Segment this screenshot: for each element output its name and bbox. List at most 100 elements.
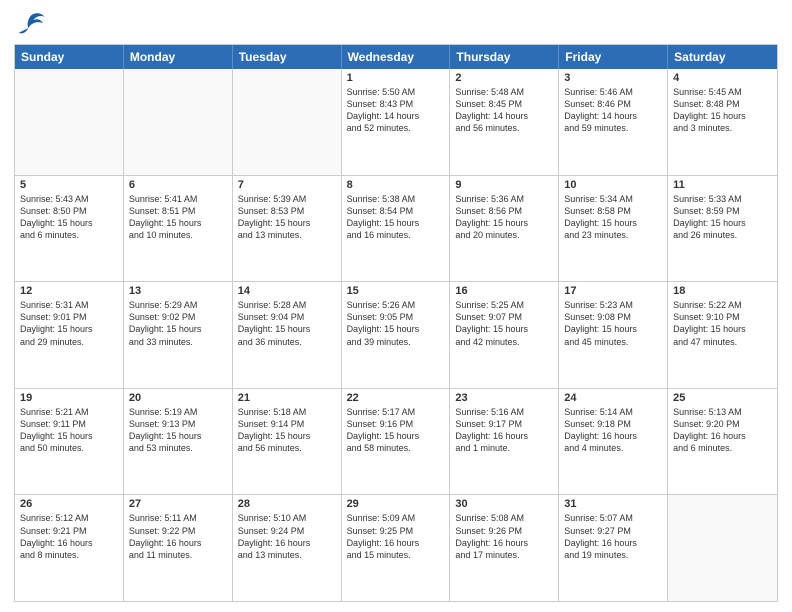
- calendar-cell: 28 Sunrise: 5:10 AMSunset: 9:24 PMDayligh…: [233, 495, 342, 601]
- calendar-cell: 1 Sunrise: 5:50 AMSunset: 8:43 PMDaylight…: [342, 69, 451, 175]
- calendar-cell: 11Sunrise: 5:33 AMSunset: 8:59 PMDayligh…: [668, 176, 777, 282]
- cell-info: Sunrise: 5:50 AMSunset: 8:43 PMDaylight:…: [347, 86, 445, 135]
- calendar-cell: 12 Sunrise: 5:31 AMSunset: 9:01 PMDayligh…: [15, 282, 124, 388]
- day-number: 25: [673, 392, 772, 404]
- day-number: 15: [347, 285, 445, 297]
- cell-info: Sunrise: 5:07 AMSunset: 9:27 PMDaylight:…: [564, 512, 662, 561]
- cell-info: Sunrise: 5:38 AMSunset: 8:54 PMDaylight:…: [347, 193, 445, 242]
- day-number: 12: [20, 285, 118, 297]
- weekday-header-saturday: Saturday: [668, 45, 777, 69]
- calendar-cell: 24 Sunrise: 5:14 AMSunset: 9:18 PMDayligh…: [559, 389, 668, 495]
- day-number: 5: [20, 179, 118, 191]
- day-number: 27: [129, 498, 227, 510]
- day-number: 7: [238, 179, 336, 191]
- cell-info: Sunrise: 5:26 AMSunset: 9:05 PMDaylight:…: [347, 299, 445, 348]
- day-number: 23: [455, 392, 553, 404]
- weekday-header-friday: Friday: [559, 45, 668, 69]
- day-number: 21: [238, 392, 336, 404]
- calendar-cell: 7 Sunrise: 5:39 AMSunset: 8:53 PMDaylight…: [233, 176, 342, 282]
- day-number: 24: [564, 392, 662, 404]
- calendar-cell: 5 Sunrise: 5:43 AMSunset: 8:50 PMDaylight…: [15, 176, 124, 282]
- day-number: 19: [20, 392, 118, 404]
- calendar-grid: SundayMondayTuesdayWednesdayThursdayFrid…: [14, 44, 778, 602]
- calendar-cell: 22 Sunrise: 5:17 AMSunset: 9:16 PMDayligh…: [342, 389, 451, 495]
- cell-info: Sunrise: 5:33 AMSunset: 8:59 PMDaylight:…: [673, 193, 772, 242]
- calendar-cell: [668, 495, 777, 601]
- cell-info: Sunrise: 5:19 AMSunset: 9:13 PMDaylight:…: [129, 406, 227, 455]
- cell-info: Sunrise: 5:28 AMSunset: 9:04 PMDaylight:…: [238, 299, 336, 348]
- calendar-page: SundayMondayTuesdayWednesdayThursdayFrid…: [0, 0, 792, 612]
- calendar-cell: 14 Sunrise: 5:28 AMSunset: 9:04 PMDayligh…: [233, 282, 342, 388]
- cell-info: Sunrise: 5:31 AMSunset: 9:01 PMDaylight:…: [20, 299, 118, 348]
- calendar-cell: [233, 69, 342, 175]
- cell-info: Sunrise: 5:45 AMSunset: 8:48 PMDaylight:…: [673, 86, 772, 135]
- cell-info: Sunrise: 5:23 AMSunset: 9:08 PMDaylight:…: [564, 299, 662, 348]
- calendar-cell: 23 Sunrise: 5:16 AMSunset: 9:17 PMDayligh…: [450, 389, 559, 495]
- cell-info: Sunrise: 5:18 AMSunset: 9:14 PMDaylight:…: [238, 406, 336, 455]
- weekday-header-thursday: Thursday: [450, 45, 559, 69]
- page-header: [14, 10, 778, 38]
- day-number: 18: [673, 285, 772, 297]
- day-number: 31: [564, 498, 662, 510]
- calendar-cell: 19 Sunrise: 5:21 AMSunset: 9:11 PMDayligh…: [15, 389, 124, 495]
- weekday-header-monday: Monday: [124, 45, 233, 69]
- calendar-cell: 3 Sunrise: 5:46 AMSunset: 8:46 PMDaylight…: [559, 69, 668, 175]
- day-number: 26: [20, 498, 118, 510]
- calendar-cell: 4Sunrise: 5:45 AMSunset: 8:48 PMDaylight…: [668, 69, 777, 175]
- day-number: 20: [129, 392, 227, 404]
- day-number: 3: [564, 72, 662, 84]
- calendar-cell: 30 Sunrise: 5:08 AMSunset: 9:26 PMDayligh…: [450, 495, 559, 601]
- cell-info: Sunrise: 5:41 AMSunset: 8:51 PMDaylight:…: [129, 193, 227, 242]
- calendar-cell: 21 Sunrise: 5:18 AMSunset: 9:14 PMDayligh…: [233, 389, 342, 495]
- day-number: 1: [347, 72, 445, 84]
- calendar-week-4: 19 Sunrise: 5:21 AMSunset: 9:11 PMDayligh…: [15, 388, 777, 495]
- cell-info: Sunrise: 5:46 AMSunset: 8:46 PMDaylight:…: [564, 86, 662, 135]
- cell-info: Sunrise: 5:43 AMSunset: 8:50 PMDaylight:…: [20, 193, 118, 242]
- calendar-cell: 20 Sunrise: 5:19 AMSunset: 9:13 PMDayligh…: [124, 389, 233, 495]
- day-number: 8: [347, 179, 445, 191]
- cell-info: Sunrise: 5:17 AMSunset: 9:16 PMDaylight:…: [347, 406, 445, 455]
- day-number: 30: [455, 498, 553, 510]
- day-number: 9: [455, 179, 553, 191]
- calendar-cell: 17 Sunrise: 5:23 AMSunset: 9:08 PMDayligh…: [559, 282, 668, 388]
- calendar-cell: 10 Sunrise: 5:34 AMSunset: 8:58 PMDayligh…: [559, 176, 668, 282]
- day-number: 10: [564, 179, 662, 191]
- calendar-cell: 9Sunrise: 5:36 AMSunset: 8:56 PMDaylight…: [450, 176, 559, 282]
- cell-info: Sunrise: 5:34 AMSunset: 8:58 PMDaylight:…: [564, 193, 662, 242]
- calendar-cell: 31 Sunrise: 5:07 AMSunset: 9:27 PMDayligh…: [559, 495, 668, 601]
- logo: [14, 10, 48, 38]
- day-number: 2: [455, 72, 553, 84]
- day-number: 22: [347, 392, 445, 404]
- day-number: 16: [455, 285, 553, 297]
- calendar-week-2: 5 Sunrise: 5:43 AMSunset: 8:50 PMDaylight…: [15, 175, 777, 282]
- calendar-cell: 2Sunrise: 5:48 AMSunset: 8:45 PMDaylight…: [450, 69, 559, 175]
- day-number: 28: [238, 498, 336, 510]
- calendar-week-3: 12 Sunrise: 5:31 AMSunset: 9:01 PMDayligh…: [15, 281, 777, 388]
- cell-info: Sunrise: 5:16 AMSunset: 9:17 PMDaylight:…: [455, 406, 553, 455]
- cell-info: Sunrise: 5:29 AMSunset: 9:02 PMDaylight:…: [129, 299, 227, 348]
- cell-info: Sunrise: 5:10 AMSunset: 9:24 PMDaylight:…: [238, 512, 336, 561]
- day-number: 6: [129, 179, 227, 191]
- calendar-cell: [124, 69, 233, 175]
- day-number: 17: [564, 285, 662, 297]
- calendar-week-5: 26Sunrise: 5:12 AMSunset: 9:21 PMDayligh…: [15, 494, 777, 601]
- weekday-header-sunday: Sunday: [15, 45, 124, 69]
- calendar-cell: 13Sunrise: 5:29 AMSunset: 9:02 PMDayligh…: [124, 282, 233, 388]
- weekday-header-tuesday: Tuesday: [233, 45, 342, 69]
- calendar-cell: 26Sunrise: 5:12 AMSunset: 9:21 PMDayligh…: [15, 495, 124, 601]
- day-number: 14: [238, 285, 336, 297]
- cell-info: Sunrise: 5:39 AMSunset: 8:53 PMDaylight:…: [238, 193, 336, 242]
- logo-bird-icon: [14, 10, 46, 38]
- cell-info: Sunrise: 5:21 AMSunset: 9:11 PMDaylight:…: [20, 406, 118, 455]
- day-number: 29: [347, 498, 445, 510]
- calendar-cell: 8 Sunrise: 5:38 AMSunset: 8:54 PMDaylight…: [342, 176, 451, 282]
- cell-info: Sunrise: 5:08 AMSunset: 9:26 PMDaylight:…: [455, 512, 553, 561]
- cell-info: Sunrise: 5:14 AMSunset: 9:18 PMDaylight:…: [564, 406, 662, 455]
- calendar-header-row: SundayMondayTuesdayWednesdayThursdayFrid…: [15, 45, 777, 69]
- cell-info: Sunrise: 5:09 AMSunset: 9:25 PMDaylight:…: [347, 512, 445, 561]
- calendar-cell: 25 Sunrise: 5:13 AMSunset: 9:20 PMDayligh…: [668, 389, 777, 495]
- weekday-header-wednesday: Wednesday: [342, 45, 451, 69]
- calendar-cell: 15 Sunrise: 5:26 AMSunset: 9:05 PMDayligh…: [342, 282, 451, 388]
- calendar-cell: 16Sunrise: 5:25 AMSunset: 9:07 PMDayligh…: [450, 282, 559, 388]
- cell-info: Sunrise: 5:13 AMSunset: 9:20 PMDaylight:…: [673, 406, 772, 455]
